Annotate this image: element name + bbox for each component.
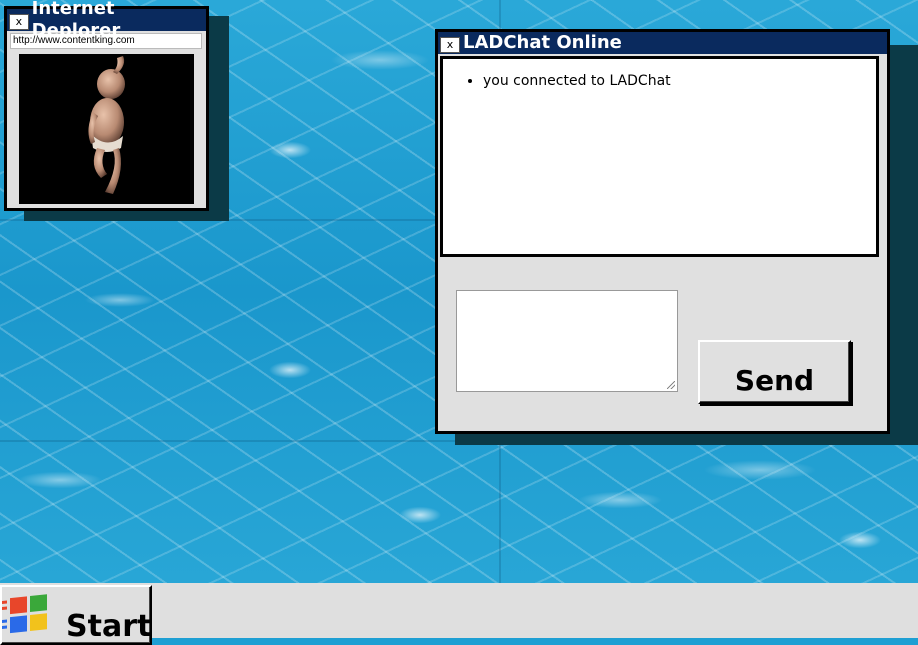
taskbar: Start [0, 583, 918, 645]
internet-deplorer-window: x Internet Deplorer http://www.contentki… [4, 0, 209, 211]
send-button[interactable]: Send [698, 340, 851, 404]
message-list: you connected to LADChat [443, 73, 876, 89]
close-button[interactable]: x [440, 37, 460, 53]
start-label: Start [66, 609, 152, 644]
titlebar[interactable]: x Internet Deplorer [7, 0, 206, 41]
start-button[interactable]: Start [0, 585, 152, 645]
windows-logo-icon [2, 594, 47, 634]
media-viewer [19, 54, 194, 204]
chat-log: you connected to LADChat [440, 56, 879, 257]
ladchat-window: x LADChat Online you connected to LADCha… [435, 29, 890, 434]
chat-message: you connected to LADChat [483, 73, 876, 89]
dancing-baby-icon [88, 56, 125, 194]
window-title: LADChat Online [463, 32, 622, 53]
resize-grip-icon[interactable] [667, 381, 675, 389]
close-button[interactable]: x [9, 14, 29, 30]
message-input[interactable] [456, 290, 678, 392]
titlebar[interactable]: x LADChat Online [438, 32, 887, 54]
